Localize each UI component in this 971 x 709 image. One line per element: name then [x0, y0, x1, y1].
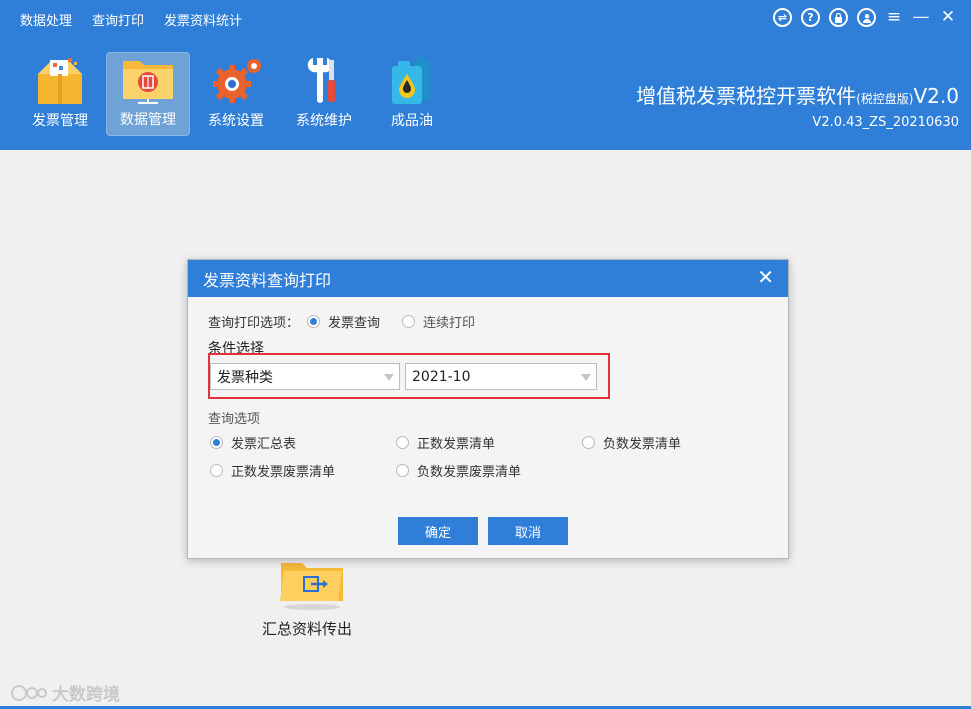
- main-nav: 发票管理 数据管理 系统设置 系统维护 成品油: [18, 52, 458, 136]
- lock-icon[interactable]: [829, 8, 848, 27]
- radio-continuous-print[interactable]: 连续打印: [402, 312, 475, 331]
- brand-block: 增值税发票税控开票软件(税控盘版)V2.0 V2.0.43_ZS_2021063…: [636, 80, 959, 130]
- user-icon[interactable]: [857, 8, 876, 27]
- nav-refined-oil[interactable]: 成品油: [370, 52, 454, 136]
- period-select[interactable]: 2021-10: [405, 363, 597, 390]
- nav-system-maintenance[interactable]: 系统维护: [282, 52, 366, 136]
- option-positive-invoice-list[interactable]: 正数发票清单: [396, 433, 495, 452]
- nav-system-settings[interactable]: 系统设置: [194, 52, 278, 136]
- radio-invoice-query[interactable]: 发票查询: [307, 312, 380, 331]
- export-summary-label[interactable]: 汇总资料传出: [262, 618, 352, 639]
- data-folder-icon: [123, 61, 173, 104]
- nav-label: 系统设置: [208, 113, 264, 129]
- radio-label: 负数发票废票清单: [417, 465, 522, 480]
- print-options-label: 查询打印选项：: [208, 316, 300, 331]
- chevron-down-icon[interactable]: [384, 374, 394, 381]
- gears-icon: [213, 59, 261, 103]
- radio-label: 负数发票清单: [603, 437, 682, 452]
- invoice-box-icon: [38, 58, 82, 104]
- ok-button[interactable]: 确定: [398, 517, 478, 545]
- option-negative-void-list[interactable]: 负数发票废票清单: [396, 461, 521, 480]
- dialog-close-icon[interactable]: ✕: [757, 267, 774, 287]
- watermark-logo-icon: [11, 684, 47, 701]
- watermark: 大数跨境: [10, 680, 120, 705]
- radio-label: 发票汇总表: [231, 437, 297, 452]
- invoice-query-print-dialog: 发票资料查询打印 ✕ 查询打印选项： 发票查询 连续打印 条件选择 发票种类 2…: [187, 259, 789, 559]
- radio-label: 发票查询: [328, 316, 381, 331]
- invoice-type-select[interactable]: 发票种类: [210, 363, 400, 390]
- switch-icon[interactable]: ⇌: [773, 8, 792, 27]
- nav-label: 发票管理: [32, 113, 88, 129]
- nav-label: 数据管理: [120, 112, 176, 128]
- app-header: 数据处理 查询打印 发票资料统计 ⇌ ? ≡ — ✕ 发票管理 数据管理 系统设…: [0, 0, 971, 150]
- menu-icon[interactable]: ≡: [885, 9, 903, 26]
- app-title-text: 增值税发票税控开票软件: [636, 84, 857, 108]
- dialog-title: 发票资料查询打印: [203, 270, 332, 290]
- radio-label: 正数发票废票清单: [231, 465, 336, 480]
- radio-indicator[interactable]: [307, 315, 321, 328]
- nav-data-management[interactable]: 数据管理: [106, 52, 190, 136]
- app-edition: (税控盘版): [856, 92, 914, 106]
- menu-bar: 数据处理 查询打印 发票资料统计: [0, 0, 262, 38]
- menu-invoice-statistics[interactable]: 发票资料统计: [164, 10, 242, 29]
- nav-label: 成品油: [391, 113, 433, 129]
- cancel-button[interactable]: 取消: [488, 517, 568, 545]
- tools-icon: [307, 58, 335, 103]
- app-build: V2.0.43_ZS_20210630: [812, 115, 959, 130]
- option-negative-invoice-list[interactable]: 负数发票清单: [582, 433, 681, 452]
- radio-indicator[interactable]: [210, 436, 223, 449]
- query-options-title: 查询选项: [208, 412, 261, 427]
- minimize-icon[interactable]: —: [912, 9, 930, 26]
- menu-query-print[interactable]: 查询打印: [92, 10, 144, 29]
- print-options-row: 查询打印选项： 发票查询 连续打印: [208, 312, 475, 331]
- radio-indicator[interactable]: [396, 436, 409, 449]
- nav-label: 系统维护: [296, 113, 352, 129]
- menu-data-processing[interactable]: 数据处理: [20, 10, 72, 29]
- close-icon[interactable]: ✕: [939, 9, 957, 26]
- option-positive-void-list[interactable]: 正数发票废票清单: [210, 461, 335, 480]
- select-value: 2021-10: [412, 368, 471, 385]
- nav-invoice-management[interactable]: 发票管理: [18, 52, 102, 136]
- watermark-text: 大数跨境: [52, 685, 120, 705]
- option-invoice-summary[interactable]: 发票汇总表: [210, 433, 296, 452]
- radio-label: 正数发票清单: [417, 437, 496, 452]
- window-controls: ⇌ ? ≡ — ✕: [773, 8, 957, 27]
- export-folder-icon[interactable]: [278, 555, 346, 611]
- oil-can-icon: [392, 57, 430, 104]
- radio-indicator[interactable]: [582, 436, 595, 449]
- radio-label: 连续打印: [423, 316, 476, 331]
- radio-indicator[interactable]: [396, 464, 409, 477]
- select-value: 发票种类: [217, 369, 273, 386]
- help-icon[interactable]: ?: [801, 8, 820, 27]
- chevron-down-icon[interactable]: [581, 374, 591, 381]
- app-title: 增值税发票税控开票软件(税控盘版)V2.0: [636, 80, 959, 109]
- dialog-header: 发票资料查询打印 ✕: [188, 260, 788, 297]
- radio-indicator[interactable]: [402, 315, 416, 328]
- radio-indicator[interactable]: [210, 464, 223, 477]
- app-version-suffix: V2.0: [913, 84, 960, 108]
